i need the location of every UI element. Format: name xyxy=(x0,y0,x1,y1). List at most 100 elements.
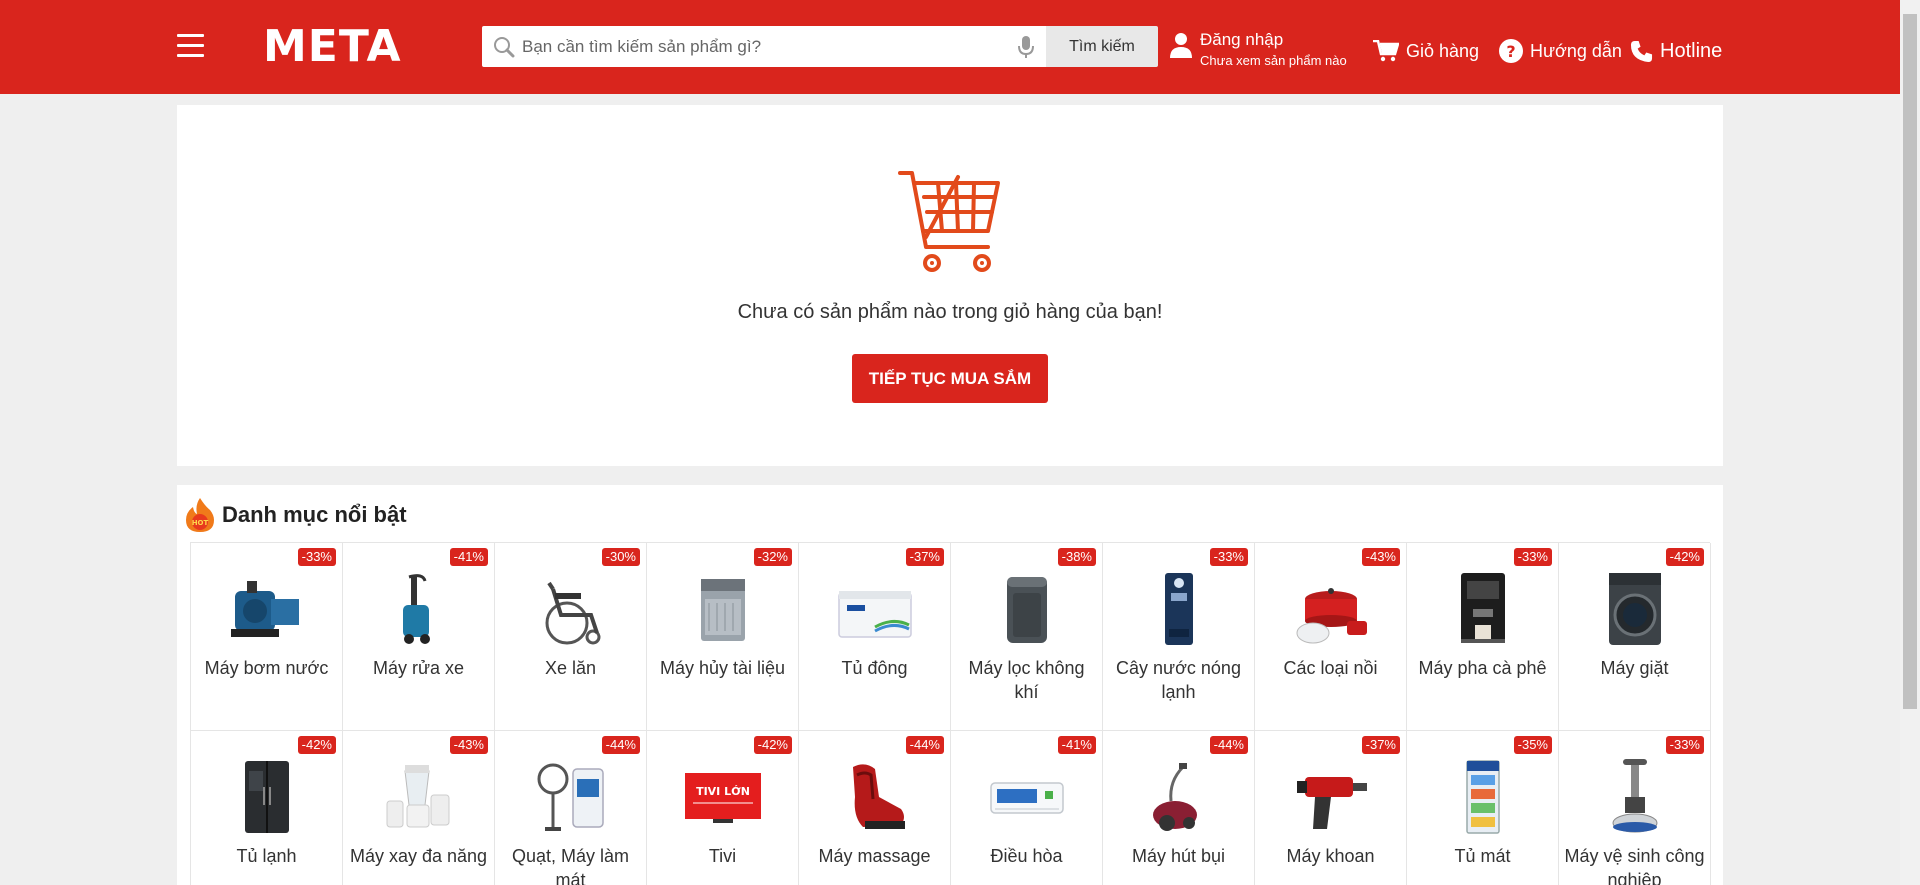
continue-shopping-button[interactable]: TIẾP TỤC MUA SẮM xyxy=(852,354,1048,403)
air-purifier-icon xyxy=(987,569,1067,649)
discount-badge: -42% xyxy=(1665,548,1704,566)
empty-cart-icon xyxy=(898,171,1000,272)
search-input[interactable] xyxy=(522,26,992,67)
discount-badge: -43% xyxy=(449,736,488,754)
category-name: Tủ lạnh xyxy=(236,846,297,866)
phone-icon xyxy=(1630,40,1653,62)
svg-text:TIVI LỚN: TIVI LỚN xyxy=(696,785,750,798)
discount-badge: -33% xyxy=(297,548,336,566)
category-name: Các loại nồi xyxy=(1283,658,1378,678)
chest-freezer-icon xyxy=(835,569,915,649)
category-item[interactable]: -42% TIVI LỚN Tivi xyxy=(647,731,799,885)
paper-shredder-icon xyxy=(683,569,763,649)
discount-badge: -35% xyxy=(1513,736,1552,754)
discount-badge: -41% xyxy=(449,548,488,566)
refrigerator-icon xyxy=(227,757,307,837)
featured-categories: HOT Danh mục nổi bật -33% Máy bơm nước -41… xyxy=(177,485,1723,885)
blender-icon xyxy=(379,757,459,837)
scrollbar-thumb[interactable] xyxy=(1903,14,1917,709)
category-item[interactable]: -43% Máy xay đa năng xyxy=(343,731,495,885)
cart-label: Giỏ hàng xyxy=(1406,41,1480,61)
discount-badge: -30% xyxy=(601,548,640,566)
discount-badge: -44% xyxy=(905,736,944,754)
discount-badge: -44% xyxy=(1209,736,1248,754)
help-link[interactable]: ? Hướng dẫn xyxy=(1499,36,1622,66)
water-pump-icon xyxy=(227,569,307,649)
category-name: Xe lăn xyxy=(544,658,597,678)
section-title: Danh mục nổi bật xyxy=(222,502,407,527)
category-name: Máy rửa xe xyxy=(372,658,465,678)
user-icon xyxy=(1170,33,1192,58)
category-item[interactable]: -33% Máy pha cà phê xyxy=(1407,543,1559,731)
washing-machine-icon xyxy=(1595,569,1675,649)
category-name: Máy lọc không khí xyxy=(968,658,1085,702)
login-link[interactable]: Đăng nhập Chưa xem sản phẩm nào xyxy=(1170,30,1360,74)
category-name: Máy xay đa năng xyxy=(349,846,488,866)
wheelchair-icon xyxy=(531,569,611,649)
category-item[interactable]: -37% Tủ đông xyxy=(799,543,951,731)
discount-badge: -41% xyxy=(1057,736,1096,754)
category-name: Máy hủy tài liệu xyxy=(659,658,786,678)
category-name: Máy pha cà phê xyxy=(1418,658,1547,678)
floor-scrubber-icon xyxy=(1595,757,1675,837)
coffee-machine-icon xyxy=(1443,569,1523,649)
tv-icon: TIVI LỚN xyxy=(683,757,763,837)
category-item[interactable]: -42% Tủ lạnh xyxy=(191,731,343,885)
page-scrollbar[interactable] xyxy=(1900,0,1920,885)
search-button[interactable]: Tìm kiếm xyxy=(1046,26,1158,67)
category-name: Máy khoan xyxy=(1286,846,1375,866)
category-name: Tủ đông xyxy=(841,658,908,678)
question-circle-icon: ? xyxy=(1499,39,1523,63)
category-item[interactable]: -44% Máy hút bụi xyxy=(1103,731,1255,885)
category-name: Máy giặt xyxy=(1600,658,1669,678)
display-fridge-icon xyxy=(1443,757,1523,837)
search-icon xyxy=(494,37,515,58)
microphone-icon[interactable] xyxy=(1018,35,1034,59)
category-name: Quạt, Máy làm mát xyxy=(511,846,630,885)
category-name: Máy vệ sinh công nghiệp xyxy=(1564,846,1705,885)
category-item[interactable]: -32% Máy hủy tài liệu xyxy=(647,543,799,731)
category-grid: -33% Máy bơm nước -41% Máy rửa xe -30% Xe lăn… xyxy=(190,542,1711,885)
category-item[interactable]: -33% Cây nước nóng lạnh xyxy=(1103,543,1255,731)
category-item[interactable]: -43% Các loại nồi xyxy=(1255,543,1407,731)
discount-badge: -43% xyxy=(1361,548,1400,566)
air-conditioner-icon xyxy=(987,757,1067,837)
hotline-link[interactable]: Hotline xyxy=(1630,36,1722,66)
category-item[interactable]: -33% Máy bơm nước xyxy=(191,543,343,731)
category-item[interactable]: -44% Máy massage xyxy=(799,731,951,885)
category-name: Tủ mát xyxy=(1454,846,1511,866)
hamburger-menu-icon[interactable] xyxy=(177,34,205,58)
empty-cart-panel: Chưa có sản phẩm nào trong giỏ hàng của … xyxy=(177,105,1723,466)
category-item[interactable]: -37% Máy khoan xyxy=(1255,731,1407,885)
cart-link[interactable]: Giỏ hàng xyxy=(1373,36,1479,66)
discount-badge: -38% xyxy=(1057,548,1096,566)
discount-badge: -44% xyxy=(601,736,640,754)
category-name: Tivi xyxy=(708,846,737,866)
category-item[interactable]: -41% Điều hòa xyxy=(951,731,1103,885)
category-name: Máy massage xyxy=(818,846,931,866)
discount-badge: -37% xyxy=(905,548,944,566)
category-item[interactable]: -44% Quạt, Máy làm mát xyxy=(495,731,647,885)
discount-badge: -33% xyxy=(1665,736,1704,754)
category-item[interactable]: -42% Máy giặt xyxy=(1559,543,1711,731)
discount-badge: -42% xyxy=(753,736,792,754)
category-item[interactable]: -41% Máy rửa xe xyxy=(343,543,495,731)
discount-badge: -33% xyxy=(1513,548,1552,566)
fan-cooler-icon xyxy=(531,757,611,837)
viewed-products-label: Chưa xem sản phẩm nào xyxy=(1200,53,1347,68)
discount-badge: -37% xyxy=(1361,736,1400,754)
massage-chair-icon xyxy=(835,757,915,837)
category-item[interactable]: -33% Máy vệ sinh công nghiệp xyxy=(1559,731,1711,885)
discount-badge: -42% xyxy=(297,736,336,754)
category-name: Máy hút bụi xyxy=(1131,846,1226,866)
cart-icon xyxy=(1373,40,1399,62)
hot-fire-icon: HOT xyxy=(186,498,214,532)
category-item[interactable]: -35% Tủ mát xyxy=(1407,731,1559,885)
site-logo[interactable]: META xyxy=(263,22,402,72)
empty-cart-message: Chưa có sản phẩm nào trong giỏ hàng của … xyxy=(737,301,1163,323)
category-name: Máy bơm nước xyxy=(204,658,329,678)
category-item[interactable]: -30% Xe lăn xyxy=(495,543,647,731)
search-bar xyxy=(482,26,1058,67)
hotline-label: Hotline xyxy=(1660,40,1723,62)
category-item[interactable]: -38% Máy lọc không khí xyxy=(951,543,1103,731)
